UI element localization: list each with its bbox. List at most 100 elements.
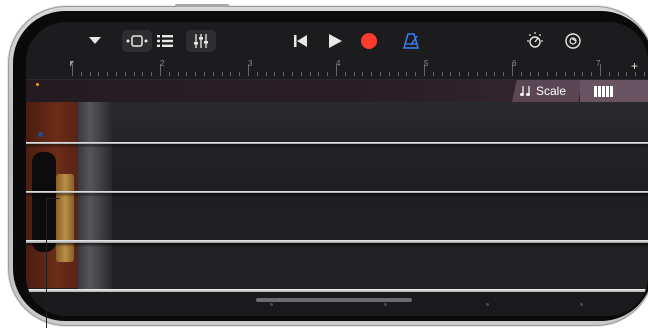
ruler-tick: [107, 72, 109, 76]
device-photo: 2 3 4 5 6 7 + Scale: [0, 0, 648, 329]
ruler-tick: [459, 72, 461, 76]
dropdown-icon[interactable]: [82, 30, 108, 52]
ruler-tick: [248, 64, 249, 76]
settings-icon[interactable]: [560, 30, 586, 52]
ruler-tick: [547, 72, 549, 76]
ruler-tick: [72, 64, 73, 76]
callout-line: [46, 198, 60, 199]
ruler-tick: [564, 72, 566, 76]
ruler-tick: [327, 72, 329, 76]
mixer-icon[interactable]: [186, 30, 216, 52]
ruler-tick: [142, 72, 144, 76]
ruler-tick: [318, 72, 320, 76]
home-indicator[interactable]: [256, 298, 412, 302]
ruler-tick: [265, 72, 267, 76]
ruler-tick: [89, 72, 91, 76]
music-notes-icon: [520, 86, 530, 96]
tuning-peg: [56, 174, 74, 262]
string-1[interactable]: [26, 142, 648, 144]
front-camera: [38, 132, 43, 137]
keyboard-icon: [594, 85, 613, 97]
ruler-tick: [186, 72, 188, 76]
string-2[interactable]: [26, 191, 648, 193]
ruler-tick: [573, 72, 575, 76]
fret-marker-strip: [26, 292, 648, 316]
ruler-tick: [635, 72, 637, 76]
ruler-tick: [371, 72, 373, 76]
ruler-tick: [151, 72, 153, 76]
ruler-tick: [626, 72, 628, 76]
track-view-icon[interactable]: [122, 30, 152, 52]
ruler-tick: [309, 72, 311, 76]
ruler-tick: [353, 72, 355, 76]
ruler-tick: [221, 72, 223, 76]
ruler-tick: [168, 72, 170, 76]
ruler-tick: [133, 72, 135, 76]
ruler-tick: [195, 72, 197, 76]
ruler-tick: [494, 72, 496, 76]
fret-dot: [384, 303, 387, 306]
master-volume-icon[interactable]: [522, 30, 548, 52]
ruler-tick: [485, 72, 487, 76]
timeline-ruler[interactable]: 2 3 4 5 6 7 +: [26, 59, 648, 80]
ruler-tick: [503, 72, 505, 76]
ruler-tick: [582, 72, 584, 76]
ruler-tick: [124, 72, 126, 76]
ruler-tick: [529, 72, 531, 76]
ruler-tick: [292, 72, 293, 76]
control-bar: [26, 22, 648, 59]
add-section-button[interactable]: +: [631, 59, 638, 73]
ruler-tick: [397, 72, 399, 76]
metronome-icon[interactable]: [398, 30, 424, 52]
instrument-nut: [78, 102, 112, 292]
ruler-tick: [617, 72, 619, 76]
ruler-tick: [362, 72, 364, 76]
ruler-tick: [424, 64, 425, 76]
ruler-tick: [432, 72, 434, 76]
ruler-tick: [476, 72, 478, 76]
rewind-icon[interactable]: [288, 30, 314, 52]
volume-button: [175, 4, 229, 7]
region-strip: Scale: [26, 80, 648, 102]
ruler-tick: [441, 72, 443, 76]
instrument-fretboard[interactable]: [26, 102, 648, 316]
fret-dot: [486, 303, 489, 306]
scale-button[interactable]: Scale: [520, 84, 566, 98]
ruler-tick: [450, 72, 452, 76]
ruler-tick: [256, 72, 258, 76]
ruler-tick: [388, 72, 390, 76]
ruler-tick: [239, 72, 241, 76]
marker-dot: [36, 83, 39, 86]
ruler-tick: [520, 72, 522, 76]
ruler-tick: [600, 64, 601, 76]
ruler-tick: [336, 64, 337, 76]
ruler-tick: [512, 64, 513, 76]
keys-button[interactable]: [580, 80, 648, 102]
ruler-tick: [160, 64, 161, 76]
ruler-tick: [415, 72, 417, 76]
ruler-tick: [283, 72, 285, 76]
ruler-tick: [608, 72, 610, 76]
ruler-tick: [468, 72, 469, 76]
fret-dot: [270, 303, 273, 306]
ruler-tick: [116, 72, 117, 76]
play-icon[interactable]: [322, 30, 348, 52]
fret-dot: [580, 303, 583, 306]
ruler-tick: [204, 72, 205, 76]
ruler-tick: [212, 72, 214, 76]
ruler-tick: [644, 72, 645, 76]
ruler-tick: [274, 72, 276, 76]
ruler-tick: [300, 72, 302, 76]
app-screen: 2 3 4 5 6 7 + Scale: [26, 22, 648, 316]
device-notch: [32, 152, 56, 252]
ruler-tick: [344, 72, 346, 76]
ruler-tick: [230, 72, 232, 76]
ruler-tick: [556, 72, 557, 76]
ruler-tick: [538, 72, 540, 76]
list-view-icon[interactable]: [152, 30, 178, 52]
string-3[interactable]: [26, 240, 648, 243]
ruler-tick: [177, 72, 179, 76]
ruler-tick: [380, 72, 381, 76]
ruler-tick: [591, 72, 593, 76]
record-icon[interactable]: [356, 30, 382, 52]
